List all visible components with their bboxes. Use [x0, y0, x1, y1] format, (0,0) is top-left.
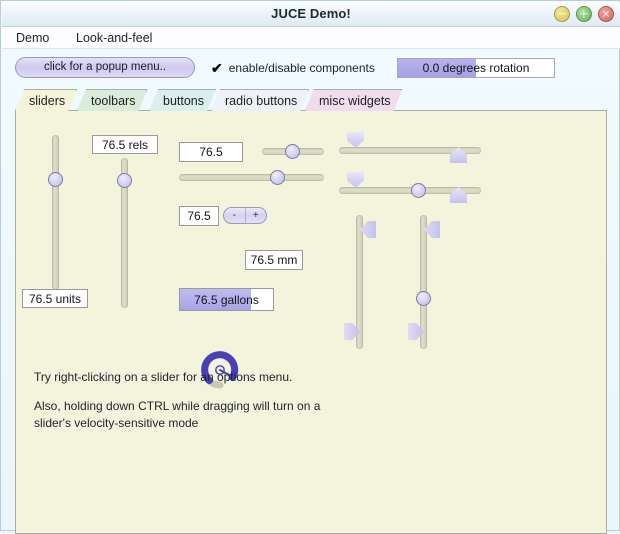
hint-line-3: slider's velocity-sensitive mode	[34, 416, 199, 430]
three-value-vertical-mid-thumb[interactable]	[416, 291, 431, 306]
horizontal-slider-2-track[interactable]	[179, 174, 324, 181]
hint-line-2: Also, holding down CTRL while dragging w…	[34, 399, 321, 413]
three-value-horizontal-min-thumb[interactable]	[347, 172, 364, 188]
horizontal-slider-2-thumb[interactable]	[270, 170, 285, 185]
window-controls	[554, 6, 614, 22]
vertical-slider-rels-value[interactable]: 76.5 rels	[92, 135, 158, 154]
checkmark-icon: ✔	[211, 60, 223, 76]
vertical-slider-rels-thumb[interactable]	[117, 173, 132, 188]
maximize-icon[interactable]	[576, 6, 592, 22]
two-value-horizontal-min-thumb[interactable]	[347, 132, 364, 148]
rotation-slider[interactable]: 0.0 degrees rotation	[397, 58, 555, 78]
menu-item-look-and-feel[interactable]: Look-and-feel	[72, 29, 156, 47]
minimize-icon[interactable]	[554, 6, 570, 22]
menu-bar: Demo Look-and-feel	[2, 27, 620, 49]
inc-dec-buttons: - +	[223, 207, 267, 224]
horizontal-slider-thumb[interactable]	[285, 144, 300, 159]
vertical-slider-units-value[interactable]: 76.5 units	[22, 289, 88, 308]
inc-dec-slider-value[interactable]: 76.5	[179, 206, 219, 226]
popup-menu-button[interactable]: click for a popup menu..	[15, 57, 195, 78]
tab-radio-buttons[interactable]: radio buttons	[211, 89, 309, 111]
enable-disable-checkbox[interactable]: ✔ enable/disable components	[211, 60, 375, 76]
decrement-button[interactable]: -	[224, 208, 246, 223]
tab-toolbars[interactable]: toolbars	[77, 89, 147, 111]
sliders-panel: 76.5 units 76.5 rels 76.5 76.5 - + 76.5 …	[15, 110, 607, 534]
rotation-slider-value: 0.0 degrees rotation	[422, 61, 530, 75]
three-value-horizontal-mid-thumb[interactable]	[411, 183, 426, 198]
checkbox-label: enable/disable components	[228, 61, 375, 75]
bar-slider-value: 76.5 gallons	[194, 292, 259, 307]
hint-line-1: Try right-clicking on a slider for an op…	[34, 370, 293, 384]
tab-buttons[interactable]: buttons	[149, 89, 216, 111]
close-icon[interactable]	[598, 6, 614, 22]
title-bar: JUCE Demo!	[2, 2, 620, 27]
menu-item-demo[interactable]: Demo	[12, 29, 53, 47]
bar-slider-gallons[interactable]: 76.5 gallons	[179, 288, 274, 311]
horizontal-slider-value[interactable]: 76.5	[179, 142, 243, 162]
tab-misc-widgets[interactable]: misc widgets	[305, 89, 403, 111]
rotary-slider-value[interactable]: 76.5 mm	[245, 250, 303, 270]
app-window: JUCE Demo! Demo Look-and-feel click for …	[0, 0, 620, 534]
vertical-slider-units-track[interactable]	[52, 135, 59, 290]
increment-button[interactable]: +	[246, 208, 267, 223]
vertical-slider-units-thumb[interactable]	[48, 172, 63, 187]
tab-sliders[interactable]: sliders	[15, 89, 77, 111]
window-title: JUCE Demo!	[271, 6, 351, 21]
